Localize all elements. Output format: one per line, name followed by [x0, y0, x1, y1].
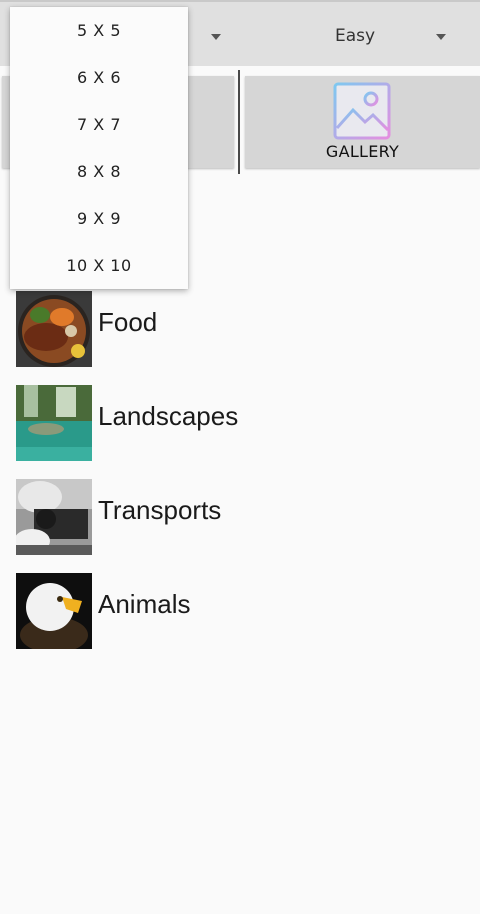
difficulty-dropdown-arrow-icon[interactable]	[436, 34, 446, 40]
category-label: Landscapes	[98, 401, 239, 431]
category-label: Animals	[98, 589, 191, 619]
category-label: Food	[98, 307, 158, 337]
grid-size-option-9[interactable]: 9 X 9	[10, 195, 188, 242]
grid-size-dropdown-menu: 5 X 5 6 X 6 7 X 7 8 X 8 9 X 9 10 X 10	[10, 7, 188, 289]
grid-size-option-10[interactable]: 10 X 10	[10, 242, 188, 289]
grid-size-option-6[interactable]: 6 X 6	[10, 54, 188, 101]
food-thumbnail	[16, 291, 92, 367]
grid-size-option-7[interactable]: 7 X 7	[10, 101, 188, 148]
transports-thumbnail	[16, 479, 92, 555]
gallery-button[interactable]: GALLERY	[245, 76, 480, 168]
gallery-button-label: GALLERY	[325, 142, 400, 161]
difficulty-spinner[interactable]: Easy	[240, 2, 480, 66]
category-label: Transports	[98, 495, 222, 525]
button-divider	[238, 70, 240, 174]
gallery-image-icon	[333, 82, 391, 140]
grid-size-dropdown-arrow-icon[interactable]	[211, 34, 221, 40]
animals-thumbnail	[16, 573, 92, 649]
category-item-animals[interactable]: Animals	[16, 573, 416, 649]
grid-size-option-5[interactable]: 5 X 5	[10, 7, 188, 54]
category-item-food[interactable]: Food	[16, 291, 416, 367]
difficulty-selected-label: Easy	[334, 26, 376, 46]
landscapes-thumbnail	[16, 385, 92, 461]
category-item-landscapes[interactable]: Landscapes	[16, 385, 416, 461]
grid-size-option-8[interactable]: 8 X 8	[10, 148, 188, 195]
category-item-transports[interactable]: Transports	[16, 479, 416, 555]
